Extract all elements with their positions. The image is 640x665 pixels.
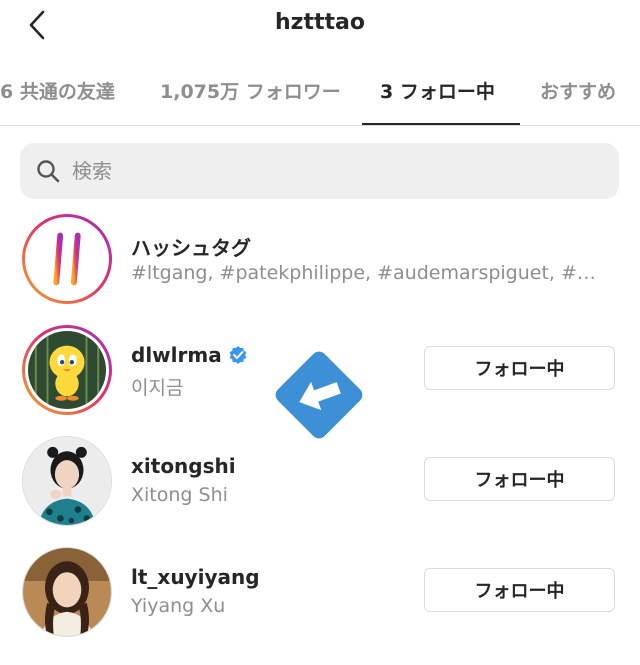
following-button[interactable]: フォロー中 [424, 346, 615, 390]
tab-followers[interactable]: 1,075万 フォロワー [160, 62, 341, 126]
list-item[interactable]: lt_xuyiyang Yiyang Xu フォロー中 [0, 542, 640, 642]
tab-bar: 6 共通の友達 1,075万 フォロワー 3 フォロー中 おすすめ [0, 62, 640, 126]
username: xitongshi [131, 454, 236, 478]
hashtag-icon [28, 220, 106, 298]
page-title: hztttao [275, 10, 365, 35]
verified-badge-icon [229, 346, 247, 364]
avatar-image [28, 331, 106, 409]
following-button[interactable]: フォロー中 [424, 568, 615, 612]
search-bar[interactable] [20, 143, 619, 199]
tab-following[interactable]: 3 フォロー中 [380, 62, 495, 126]
full-name: Yiyang Xu [131, 595, 226, 617]
avatar[interactable] [22, 547, 112, 637]
full-name: Xitong Shi [131, 484, 228, 506]
following-button[interactable]: フォロー中 [424, 457, 615, 501]
username: lt_xuyiyang [131, 565, 260, 589]
avatar[interactable] [22, 436, 112, 526]
full-name: 이지금 [131, 377, 184, 399]
hashtag-row[interactable]: ハッシュタグ #ltgang, #patekphilippe, #audemar… [0, 209, 640, 309]
header: hztttao [0, 0, 640, 52]
tab-mutual-friends[interactable]: 6 共通の友達 [0, 62, 115, 126]
tab-suggested[interactable]: おすすめ [540, 62, 616, 126]
hashtag-avatar [22, 214, 112, 304]
hashtag-title: ハッシュタグ [131, 236, 251, 260]
avatar[interactable] [22, 325, 112, 415]
active-tab-indicator [362, 123, 520, 125]
search-input[interactable] [72, 143, 592, 199]
hashtag-list: #ltgang, #patekphilippe, #audemarspiguet… [131, 262, 596, 284]
search-icon [37, 160, 60, 183]
avatar-image [23, 437, 111, 525]
avatar-image [23, 548, 111, 636]
back-arrow-overlay-icon [275, 351, 363, 439]
username: dlwlrma [131, 343, 248, 367]
